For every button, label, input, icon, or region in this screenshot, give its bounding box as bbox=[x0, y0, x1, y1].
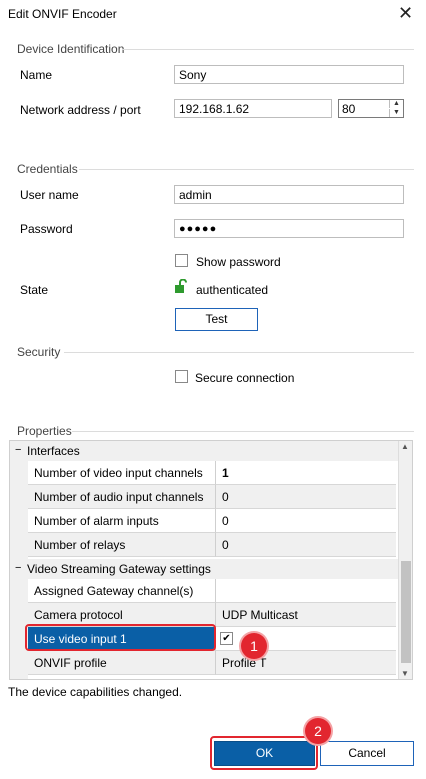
secure-connection-checkbox[interactable] bbox=[175, 370, 188, 383]
property-value[interactable]: 0 bbox=[222, 514, 229, 528]
spin-up-icon[interactable]: ▲ bbox=[389, 100, 403, 108]
divider bbox=[79, 169, 414, 170]
table-row[interactable]: Number of alarm inputs 0 bbox=[10, 509, 398, 533]
network-address-label: Network address / port bbox=[20, 103, 141, 117]
password-label: Password bbox=[20, 222, 73, 236]
property-value: 0 bbox=[222, 490, 229, 504]
table-row[interactable]: Number of audio input channels 0 bbox=[10, 485, 398, 509]
property-label: ONVIF profile bbox=[34, 656, 107, 670]
property-label: Camera protocol bbox=[34, 608, 123, 622]
scroll-down-icon[interactable]: ▼ bbox=[401, 669, 409, 678]
spin-down-icon[interactable]: ▼ bbox=[389, 109, 403, 117]
category-label: Interfaces bbox=[27, 444, 80, 458]
cancel-button[interactable]: Cancel bbox=[320, 741, 414, 766]
security-title: Security bbox=[17, 345, 61, 359]
port-stepper[interactable]: 80 ▲ ▼ bbox=[338, 99, 404, 118]
table-row[interactable]: Assigned Gateway channel(s) bbox=[10, 579, 398, 603]
collapse-icon[interactable]: − bbox=[15, 562, 21, 574]
property-label: Number of video input channels bbox=[34, 466, 203, 480]
status-message: The device capabilities changed. bbox=[8, 685, 183, 699]
divider bbox=[64, 352, 414, 353]
divider bbox=[122, 49, 414, 50]
table-row[interactable]: Number of video input channels 1 bbox=[10, 461, 398, 485]
divider bbox=[72, 431, 414, 432]
device-identification-title: Device Identification bbox=[17, 42, 125, 56]
property-value[interactable]: 1 bbox=[222, 466, 229, 480]
user-name-label: User name bbox=[20, 188, 79, 202]
property-label: Number of audio input channels bbox=[34, 490, 204, 504]
table-row[interactable]: ONVIF profile Profile T bbox=[10, 651, 398, 675]
table-row[interactable]: Number of relays 0 bbox=[10, 533, 398, 557]
user-name-field[interactable]: admin bbox=[174, 185, 404, 204]
property-value: Profile T bbox=[222, 656, 267, 670]
property-label: Number of alarm inputs bbox=[34, 514, 159, 528]
name-label: Name bbox=[20, 68, 53, 82]
secure-connection-label: Secure connection bbox=[195, 371, 295, 385]
password-field[interactable]: ●●●●● bbox=[174, 219, 404, 238]
property-label: Number of relays bbox=[34, 538, 126, 552]
step-badge-1: 1 bbox=[241, 633, 267, 659]
scroll-up-icon[interactable]: ▲ bbox=[401, 442, 409, 451]
property-value: UDP Multicast bbox=[222, 608, 298, 622]
category-video-streaming-gateway[interactable]: − Video Streaming Gateway settings bbox=[10, 559, 398, 579]
ok-button[interactable]: OK bbox=[214, 741, 315, 766]
show-password-label: Show password bbox=[196, 255, 281, 269]
use-video-input-checkbox[interactable]: ✔ bbox=[220, 632, 233, 645]
test-button[interactable]: Test bbox=[175, 308, 258, 331]
property-value: 0 bbox=[222, 538, 229, 552]
properties-title: Properties bbox=[17, 424, 72, 438]
credentials-title: Credentials bbox=[17, 162, 78, 176]
network-address-field[interactable]: 192.168.1.62 bbox=[174, 99, 332, 118]
show-password-checkbox[interactable] bbox=[175, 254, 188, 267]
state-label: State bbox=[20, 283, 49, 297]
scroll-thumb[interactable] bbox=[401, 561, 411, 663]
name-field[interactable]: Sony bbox=[174, 65, 404, 84]
category-label: Video Streaming Gateway settings bbox=[27, 562, 211, 576]
highlight-box bbox=[25, 624, 216, 651]
state-value: authenticated bbox=[196, 283, 269, 297]
port-value: 80 bbox=[342, 102, 356, 116]
window-title: Edit ONVIF Encoder bbox=[8, 7, 117, 21]
property-label: Assigned Gateway channel(s) bbox=[34, 584, 194, 598]
collapse-icon[interactable]: − bbox=[15, 444, 21, 456]
close-icon[interactable]: ✕ bbox=[398, 3, 413, 24]
step-badge-2: 2 bbox=[305, 718, 331, 744]
vertical-scrollbar[interactable]: ▲ ▼ bbox=[398, 441, 412, 679]
unlock-icon bbox=[174, 278, 188, 297]
category-interfaces[interactable]: − Interfaces bbox=[10, 441, 398, 461]
